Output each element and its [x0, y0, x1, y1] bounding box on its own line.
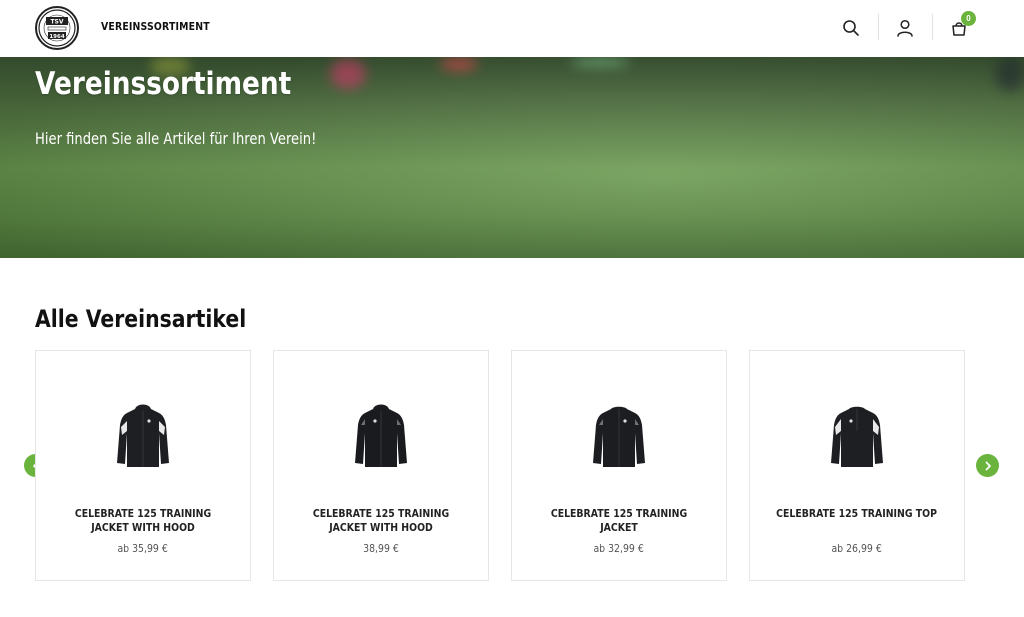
- club-logo[interactable]: TSV 1964: [35, 6, 79, 50]
- product-price: 38,99 €: [363, 542, 399, 555]
- search-icon: [843, 20, 859, 36]
- account-button[interactable]: [891, 14, 919, 42]
- hero-banner: Vereinssortiment Hier finden Sie alle Ar…: [0, 57, 1024, 258]
- hero-subtitle: Hier finden Sie alle Artikel für Ihren V…: [35, 129, 317, 148]
- product-image[interactable]: [36, 371, 250, 501]
- hooded-jacket-image: [117, 404, 169, 467]
- product-card[interactable]: CELEBRATE 125 TRAINING JACKET ab 32,99 €: [511, 350, 727, 581]
- user-icon: [897, 19, 913, 37]
- svg-text:1964: 1964: [49, 34, 64, 40]
- header-divider: [932, 14, 933, 40]
- product-image[interactable]: [274, 371, 488, 501]
- nav-vereinssortiment[interactable]: VEREINSSORTIMENT: [101, 20, 210, 33]
- header-divider: [878, 14, 879, 40]
- product-image[interactable]: [750, 371, 964, 501]
- product-name[interactable]: CELEBRATE 125 TRAINING TOP: [760, 507, 954, 521]
- search-button[interactable]: [837, 14, 865, 42]
- site-header: TSV 1964 VEREINSSORTIMENT 0: [0, 0, 1024, 57]
- chevron-right-icon: [985, 461, 991, 470]
- product-name[interactable]: CELEBRATE 125 TRAINING JACKET: [522, 507, 716, 535]
- product-price: ab 32,99 €: [593, 542, 645, 555]
- section-title: Alle Vereinsartikel: [35, 305, 247, 333]
- carousel-next-button[interactable]: [976, 454, 999, 477]
- product-price: ab 35,99 €: [117, 542, 169, 555]
- product-card[interactable]: CELEBRATE 125 TRAINING TOP ab 26,99 €: [749, 350, 965, 581]
- training-jacket-image: [593, 406, 645, 467]
- product-name[interactable]: CELEBRATE 125 TRAINING JACKET WITH HOOD: [46, 507, 240, 535]
- product-name[interactable]: CELEBRATE 125 TRAINING JACKET WITH HOOD: [284, 507, 478, 535]
- svg-text:TSV: TSV: [50, 19, 63, 26]
- hero-title: Vereinssortiment: [35, 66, 292, 102]
- product-card[interactable]: CELEBRATE 125 TRAINING JACKET WITH HOOD …: [273, 350, 489, 581]
- training-top-image: [831, 406, 883, 467]
- cart-button[interactable]: 0: [945, 11, 976, 42]
- hooded-jacket-image: [355, 404, 407, 467]
- product-price: ab 26,99 €: [831, 542, 883, 555]
- product-card[interactable]: CELEBRATE 125 TRAINING JACKET WITH HOOD …: [35, 350, 251, 581]
- product-image[interactable]: [512, 371, 726, 501]
- club-crest-icon: TSV 1964: [38, 9, 76, 47]
- cart-count-badge: 0: [961, 11, 976, 26]
